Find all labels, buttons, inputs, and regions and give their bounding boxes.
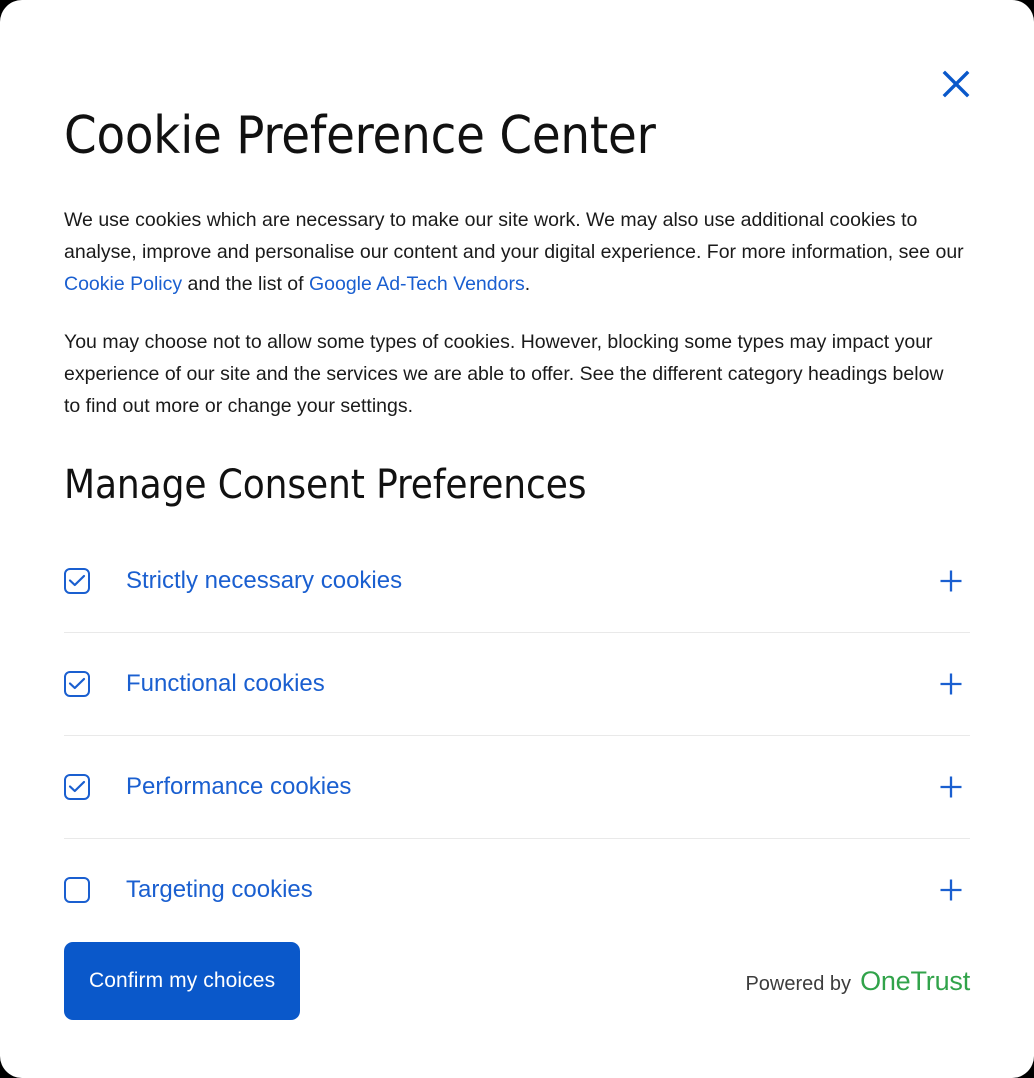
expand-button-performance[interactable] [934, 770, 968, 804]
plus-icon [938, 877, 964, 903]
dialog-content: Cookie Preference Center We use cookies … [64, 106, 970, 941]
page-title: Cookie Preference Center [64, 106, 656, 166]
confirm-my-choices-button[interactable]: Confirm my choices [64, 942, 301, 1020]
category-toggle-functional[interactable]: Functional cookies [64, 670, 325, 698]
powered-by-label: Powered by [745, 972, 852, 995]
consent-category-row: Performance cookies [64, 735, 970, 838]
cookie-policy-link[interactable]: Cookie Policy [64, 273, 182, 295]
checkbox-strictly-necessary[interactable] [64, 568, 90, 595]
dialog-footer: Confirm my choices Powered by OneTrust [64, 942, 970, 1020]
onetrust-brand: OneTrust [860, 965, 970, 996]
consent-category-row: Strictly necessary cookies [64, 530, 970, 632]
checkbox-targeting[interactable] [64, 877, 90, 904]
powered-by-onetrust: Powered by OneTrust [745, 966, 970, 997]
plus-icon [938, 671, 964, 697]
plus-icon [938, 568, 964, 594]
consent-category-row: Functional cookies [64, 632, 970, 735]
manage-consent-heading: Manage Consent Preferences [64, 462, 587, 509]
google-ad-tech-vendors-link[interactable]: Google Ad-Tech Vendors [309, 273, 525, 295]
close-icon-button[interactable] [930, 58, 982, 110]
consent-category-list: Strictly necessary cookies Functional co… [64, 530, 970, 941]
checkbox-functional[interactable] [64, 671, 90, 698]
consent-category-row: Targeting cookies [64, 838, 970, 941]
category-label: Strictly necessary cookies [126, 567, 403, 595]
intro-text-1a: We use cookies which are necessary to ma… [64, 209, 964, 264]
category-toggle-strictly-necessary[interactable]: Strictly necessary cookies [64, 567, 403, 595]
cookie-preference-dialog: Cookie Preference Center We use cookies … [0, 0, 1034, 1078]
intro-text-1b: and the list of [182, 273, 309, 296]
category-label: Functional cookies [126, 670, 325, 698]
expand-button-strictly-necessary[interactable] [934, 564, 968, 598]
category-toggle-targeting[interactable]: Targeting cookies [64, 876, 313, 904]
close-icon [942, 70, 970, 98]
category-label: Targeting cookies [126, 876, 313, 904]
intro-paragraph-2: You may choose not to allow some types o… [64, 331, 944, 418]
plus-icon [938, 774, 964, 800]
expand-button-targeting[interactable] [934, 873, 968, 907]
checkbox-performance[interactable] [64, 774, 90, 801]
category-toggle-performance[interactable]: Performance cookies [64, 773, 352, 801]
category-label: Performance cookies [126, 773, 352, 801]
expand-button-functional[interactable] [934, 667, 968, 701]
intro-text-1c: . [524, 273, 531, 296]
intro-paragraph-1: We use cookies which are necessary to ma… [64, 204, 964, 300]
